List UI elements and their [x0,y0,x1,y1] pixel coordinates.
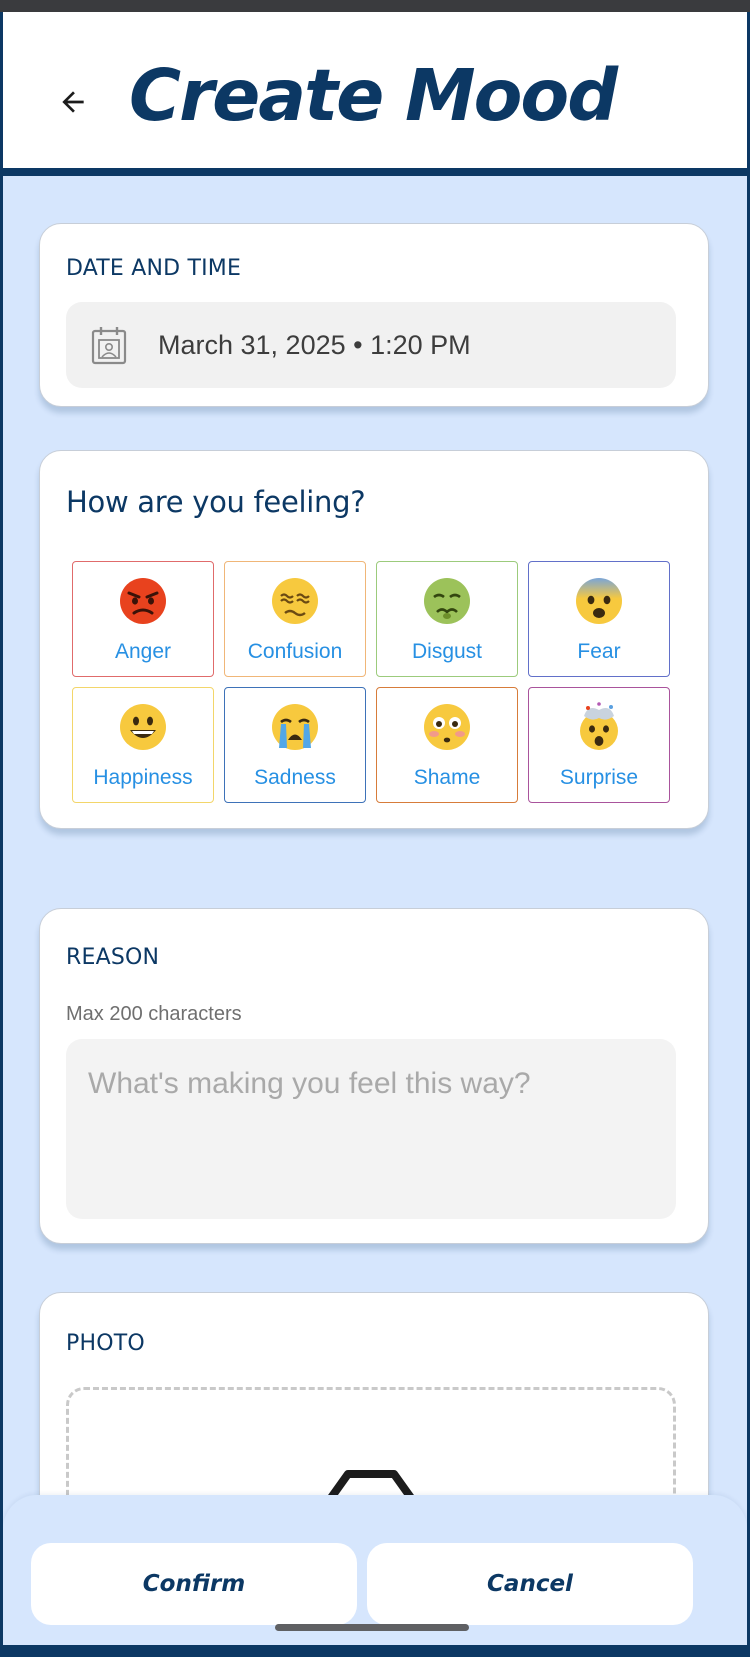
mood-option-happiness[interactable]: Happiness [72,687,214,803]
grinning-face-icon [73,702,213,752]
mood-label: Fear [577,640,621,663]
date-time-value: March 31, 2025 • 1:20 PM [158,329,471,360]
mood-option-fear[interactable]: Fear [528,561,670,677]
feeling-title: How are you feeling? [66,485,366,519]
crying-face-icon [225,702,365,752]
angry-face-icon [73,576,213,626]
mood-option-confusion[interactable]: Confusion [224,561,366,677]
character-limit-hint: Max 200 characters [66,1003,242,1025]
mood-option-anger[interactable]: Anger [72,561,214,677]
dizzy-face-icon [225,576,365,626]
mood-label: Sadness [254,766,336,789]
date-time-field[interactable]: March 31, 2025 • 1:20 PM [66,302,676,388]
status-bar [0,0,750,12]
cancel-button[interactable]: Cancel [367,1543,693,1625]
reason-label: REASON [66,945,160,970]
create-mood-screen: Create Mood DATE AND TIME March 31, 2025… [3,12,747,1645]
mood-label: Disgust [411,640,483,663]
reason-card: REASON Max 200 characters What's making … [39,908,709,1244]
home-indicator [275,1624,469,1631]
mood-label: Confusion [247,640,343,663]
mood-card: How are you feeling? Anger Confusion Dis… [39,450,709,829]
action-sheet: Confirm Cancel [3,1495,747,1645]
arrow-left-icon [62,91,84,113]
page-title: Create Mood [129,54,618,137]
mood-label: Anger [114,640,172,663]
mood-label: Happiness [93,766,193,789]
date-time-label: DATE AND TIME [66,256,242,281]
mood-option-disgust[interactable]: Disgust [376,561,518,677]
mood-label: Surprise [559,766,639,789]
mood-option-sadness[interactable]: Sadness [224,687,366,803]
photo-label: PHOTO [66,1331,145,1356]
date-time-card: DATE AND TIME March 31, 2025 • 1:20 PM [39,223,709,407]
back-button[interactable] [53,82,93,122]
fearful-face-icon [529,576,669,626]
flushed-face-icon [377,702,517,752]
calendar-icon [90,324,128,366]
reason-input[interactable]: What's making you feel this way? [66,1039,676,1219]
mood-option-surprise[interactable]: Surprise [528,687,670,803]
mood-grid: Anger Confusion Disgust Fear Happiness S… [72,561,672,803]
nauseated-face-icon [377,576,517,626]
app-bar: Create Mood [3,12,747,176]
mood-option-shame[interactable]: Shame [376,687,518,803]
exploding-head-icon [529,702,669,752]
confirm-button[interactable]: Confirm [31,1543,357,1625]
reason-placeholder: What's making you feel this way? [88,1067,531,1100]
mood-label: Shame [413,766,481,789]
